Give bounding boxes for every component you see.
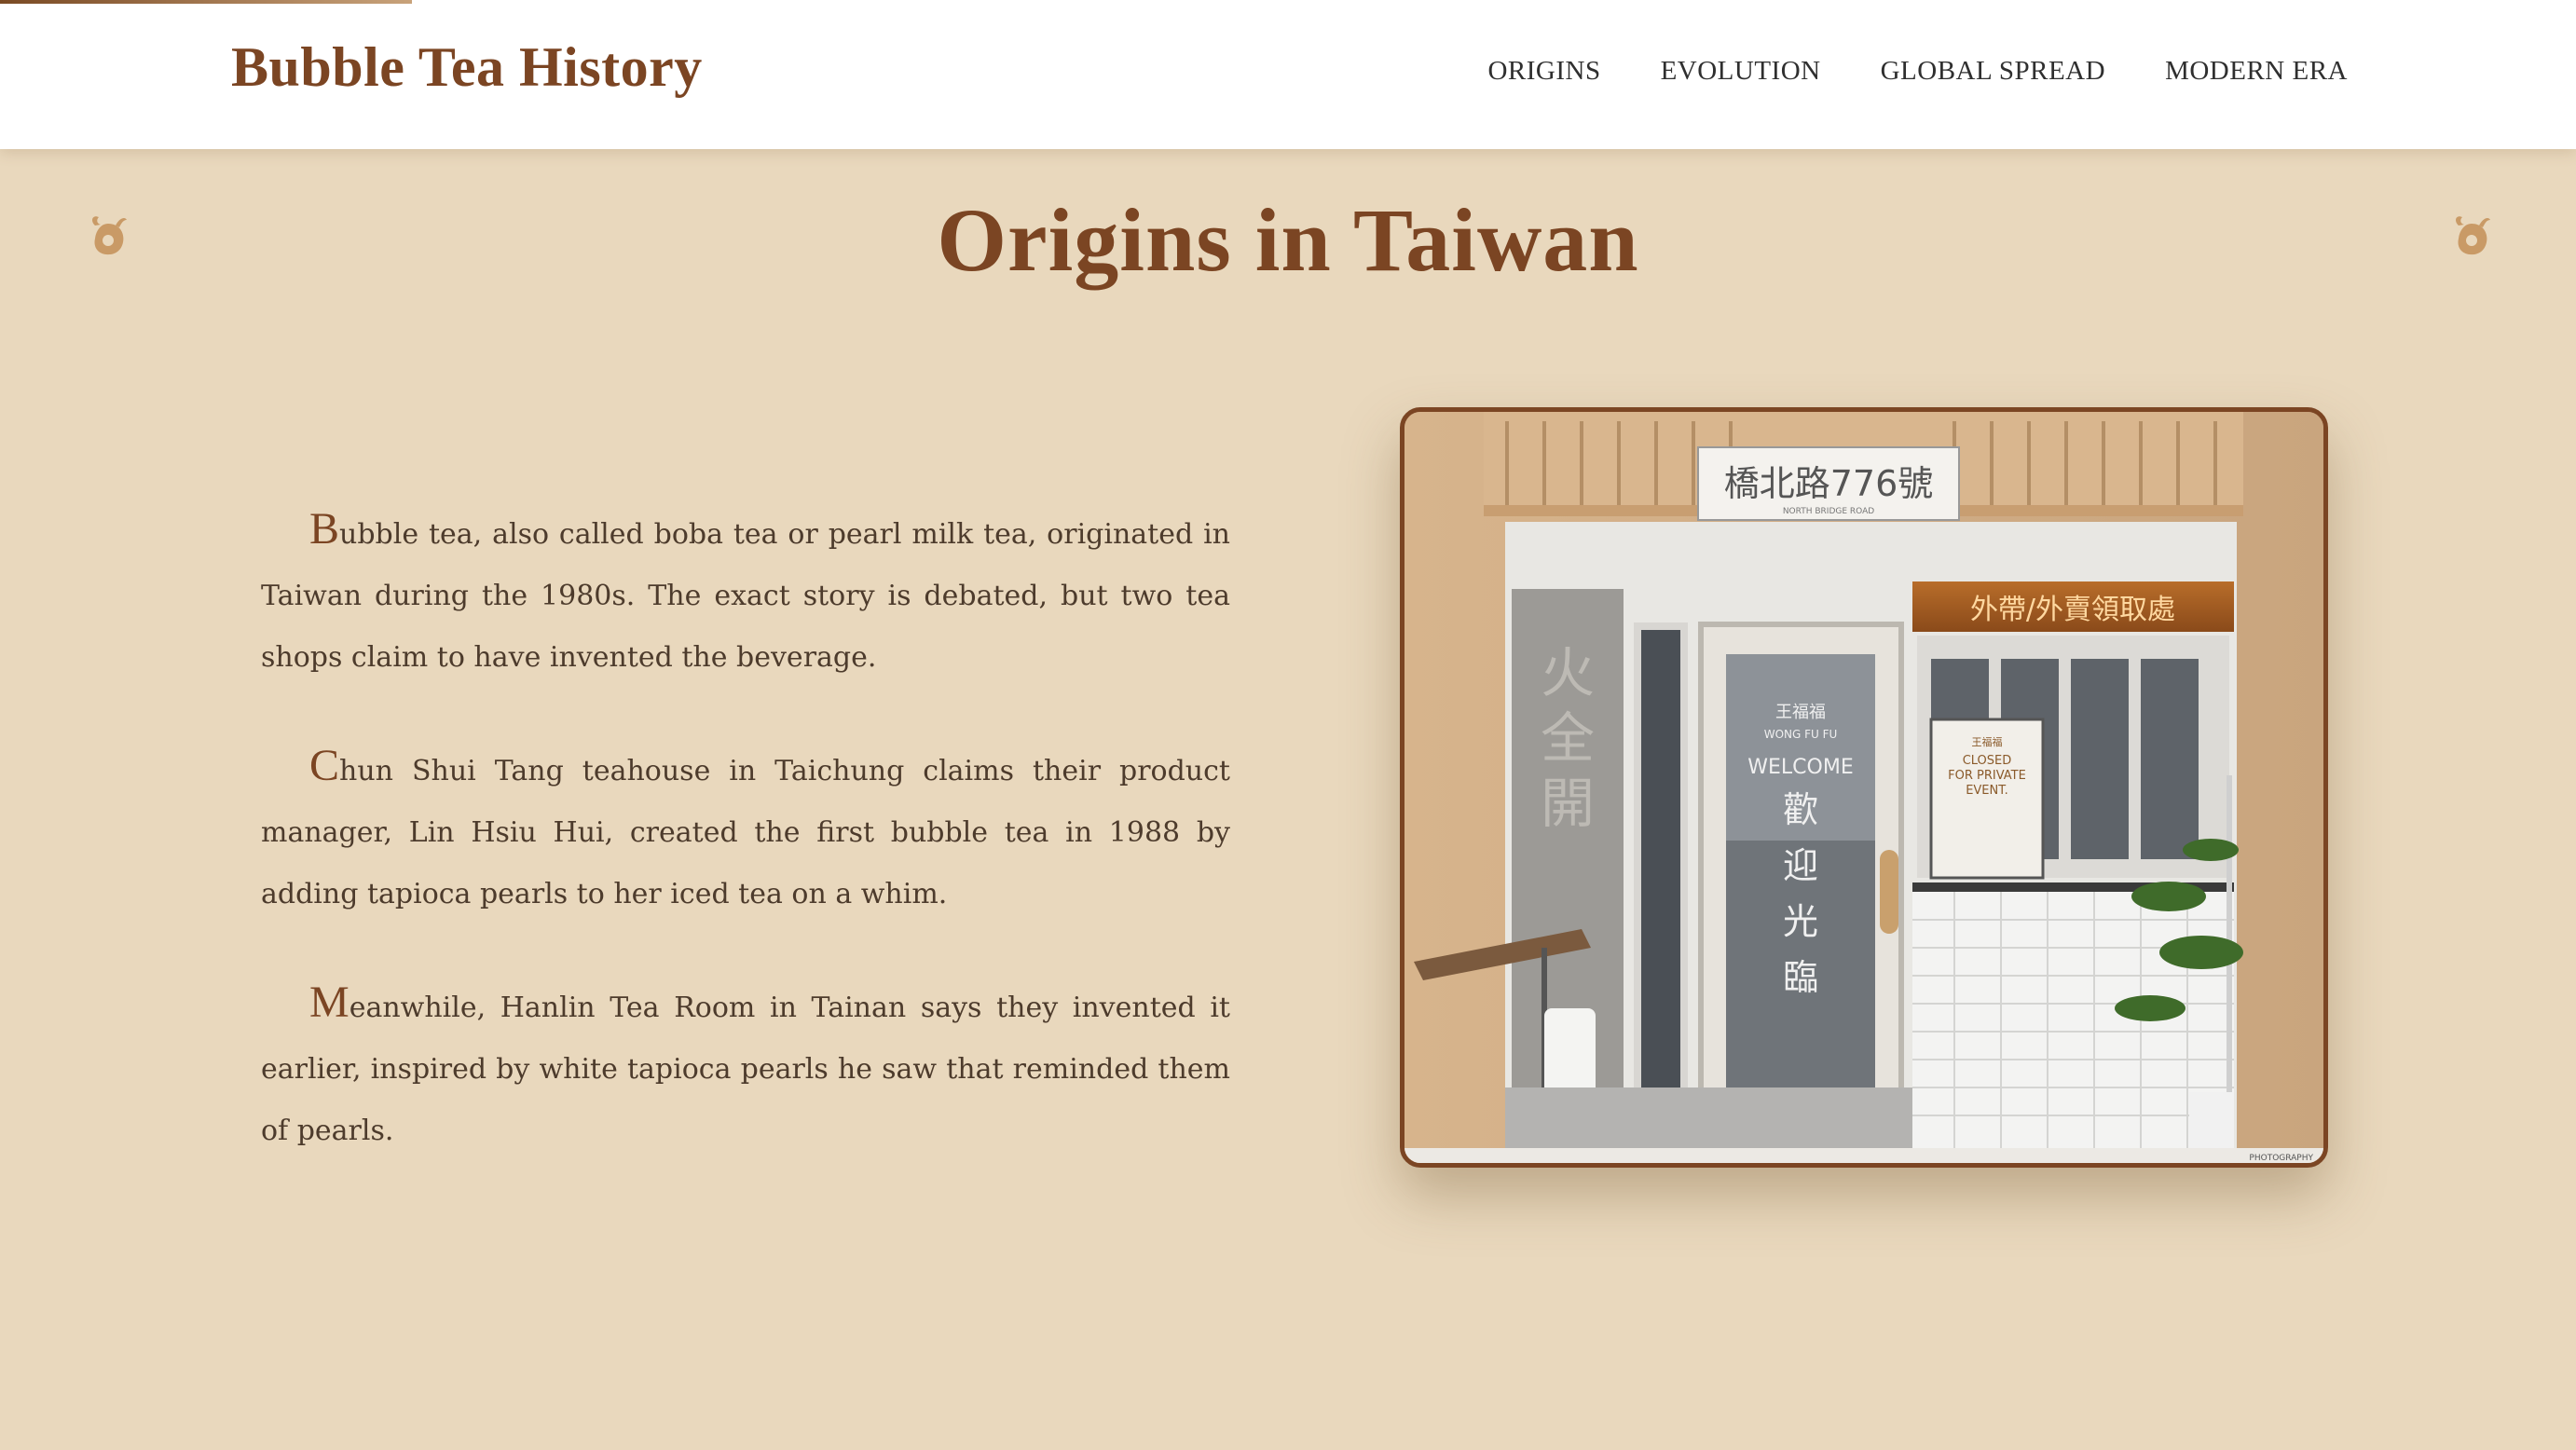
- nav-evolution[interactable]: EVOLUTION: [1661, 56, 1821, 87]
- wall-char: 全: [1541, 706, 1595, 770]
- site-header: Bubble Tea History ORIGINS EVOLUTION GLO…: [0, 0, 2576, 149]
- door-char: 光: [1783, 901, 1818, 942]
- door-char: 歡: [1783, 789, 1818, 830]
- main-nav: ORIGINS EVOLUTION GLOBAL SPREAD MODERN E…: [1487, 56, 2348, 87]
- section-title: Origins in Taiwan: [937, 190, 1639, 290]
- notice-header: 王福福: [1972, 735, 2003, 748]
- neon-sign: 外帶/外賣領取處: [1970, 594, 2175, 626]
- notice-line: FOR PRIVATE: [1948, 769, 2026, 783]
- door-name: WONG FU FU: [1764, 728, 1838, 741]
- wall-char: 火: [1541, 641, 1595, 704]
- drop-cap: M: [309, 978, 349, 1027]
- origins-text: Bubble tea, also called boba tea or pear…: [261, 499, 1230, 1209]
- paragraph-text: ubble tea, also called boba tea or pearl…: [261, 518, 1230, 674]
- door-welcome: WELCOME: [1747, 756, 1853, 779]
- drop-cap: C: [309, 741, 340, 790]
- storefront-illustration: 橋北路776號 NORTH BRIDGE ROAD 火 全 開 王福福 WONG…: [1404, 412, 2323, 1163]
- notice-line: CLOSED: [1963, 754, 2012, 768]
- paragraph-text: eanwhile, Hanlin Tea Room in Tainan says…: [261, 992, 1230, 1147]
- notice-line: EVENT.: [1966, 784, 2008, 798]
- site-title[interactable]: Bubble Tea History: [231, 35, 703, 100]
- door-logo: 王福福: [1775, 703, 1826, 722]
- teashop-photo: 橋北路776號 NORTH BRIDGE ROAD 火 全 開 王福福 WONG…: [1400, 407, 2328, 1168]
- door-char: 臨: [1783, 957, 1818, 998]
- drop-cap: B: [309, 504, 340, 554]
- nav-global-spread[interactable]: GLOBAL SPREAD: [1881, 56, 2105, 87]
- nav-modern-era[interactable]: MODERN ERA: [2165, 56, 2348, 87]
- address-sign: 橋北路776號: [1724, 463, 1934, 504]
- scroll-progress-bar: [0, 0, 413, 4]
- paragraph: Meanwhile, Hanlin Tea Room in Tainan say…: [261, 972, 1230, 1162]
- photo-credit: PHOTOGRAPHY: [2249, 1154, 2313, 1163]
- wall-char: 開: [1541, 772, 1595, 835]
- paragraph: Chun Shui Tang teahouse in Taichung clai…: [261, 735, 1230, 925]
- paragraph-text: hun Shui Tang teahouse in Taichung claim…: [261, 755, 1230, 910]
- nav-origins[interactable]: ORIGINS: [1487, 56, 1600, 87]
- door-char: 迎: [1783, 845, 1818, 886]
- address-sign-sub: NORTH BRIDGE ROAD: [1783, 507, 1874, 516]
- paragraph: Bubble tea, also called boba tea or pear…: [261, 499, 1230, 689]
